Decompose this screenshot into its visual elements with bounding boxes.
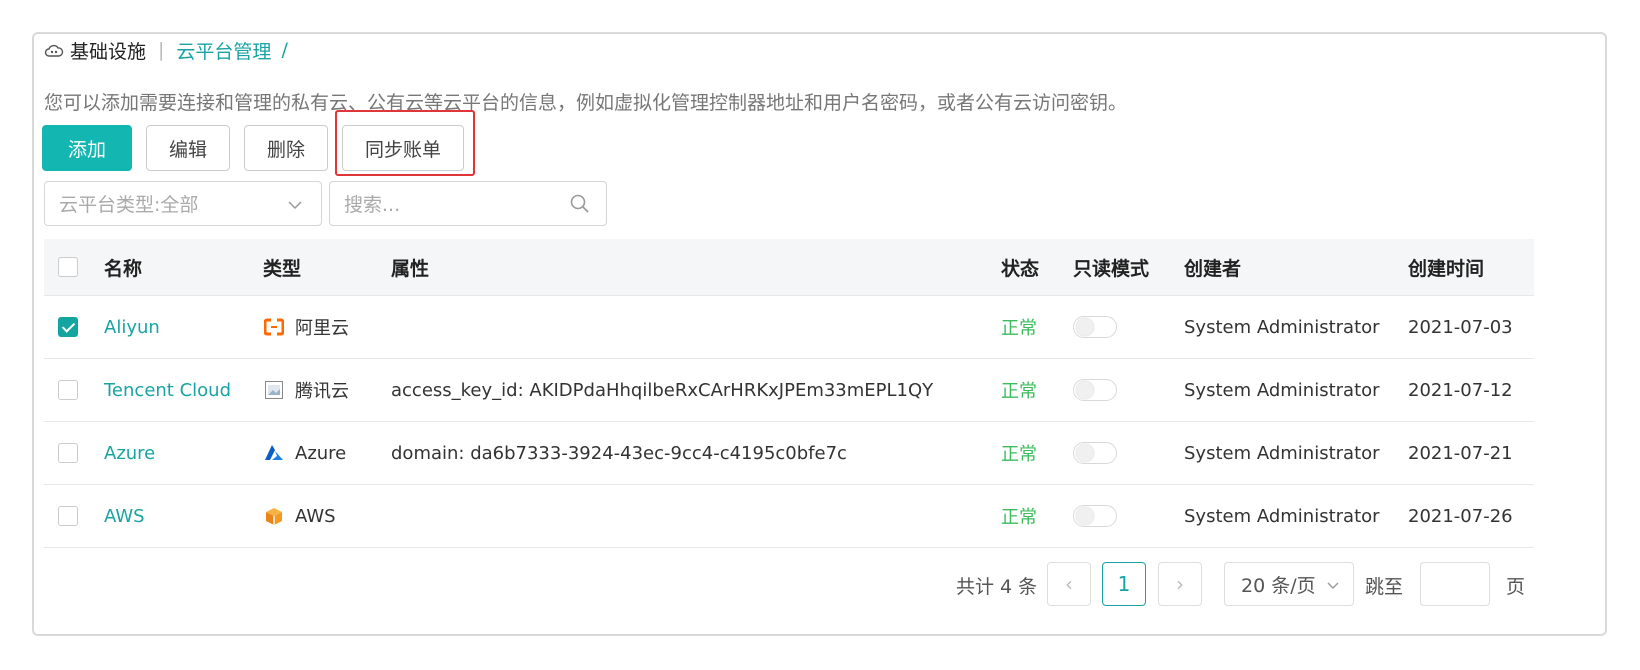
cloud-icon (44, 42, 64, 58)
readonly-toggle[interactable] (1073, 316, 1117, 338)
select-all-checkbox[interactable] (58, 257, 78, 277)
platform-attributes: domain: da6b7333-3924-43ec-9cc4-c4195c0b… (391, 421, 1001, 485)
highlight-box (335, 110, 475, 176)
row-checkbox[interactable] (58, 443, 78, 463)
edit-button[interactable]: 编辑 (146, 125, 230, 171)
creator: System Administrator (1184, 358, 1408, 422)
table-row[interactable]: AWS AWS 正常 System Administrator 2021-07-… (44, 484, 1534, 548)
search-placeholder: 搜索... (344, 194, 401, 216)
next-page-button[interactable]: › (1158, 562, 1202, 606)
status-text: 正常 (1001, 507, 1037, 528)
aliyun-icon (263, 316, 285, 338)
chevron-down-icon (283, 192, 307, 216)
creator: System Administrator (1184, 421, 1408, 485)
search-input[interactable]: 搜索... (329, 181, 607, 226)
table-header-row: 名称 类型 属性 状态 只读模式 创建者 创建时间 (44, 239, 1534, 296)
search-icon[interactable] (568, 192, 592, 216)
platform-type: AWS (295, 505, 336, 527)
cloud-type-select-value: 云平台类型:全部 (59, 194, 199, 216)
cloud-platform-panel: 基础设施 | 云平台管理 / 您可以添加需要连接和管理的私有云、公有云等云平台的… (32, 32, 1607, 636)
aws-icon (263, 505, 285, 527)
platform-attributes (391, 295, 1001, 359)
platform-name-link[interactable]: Azure (104, 443, 155, 464)
pagination: 共计 4 条 ‹ 1 › 20 条/页 跳至 页 (34, 562, 1609, 608)
column-status[interactable]: 状态 (1001, 239, 1073, 296)
add-button[interactable]: 添加 (42, 125, 132, 171)
breadcrumb-separator: | (158, 39, 165, 61)
readonly-toggle[interactable] (1073, 379, 1117, 401)
platform-attributes: access_key_id: AKIDPdaHhqilbeRxCArHRKxJP… (391, 358, 1001, 422)
cloud-platform-table: 名称 类型 属性 状态 只读模式 创建者 创建时间 Aliyun 阿里云 正常 … (44, 239, 1534, 548)
readonly-toggle[interactable] (1073, 505, 1117, 527)
breadcrumb: 基础设施 | 云平台管理 / (44, 36, 288, 64)
row-checkbox[interactable] (58, 380, 78, 400)
page-suffix: 页 (1506, 576, 1526, 598)
platform-name-link[interactable]: Aliyun (104, 317, 160, 338)
row-checkbox[interactable] (58, 506, 78, 526)
platform-type: 腾讯云 (295, 381, 349, 402)
readonly-toggle[interactable] (1073, 442, 1117, 464)
status-text: 正常 (1001, 381, 1037, 402)
column-readonly: 只读模式 (1073, 239, 1184, 296)
table-row[interactable]: Aliyun 阿里云 正常 System Administrator 2021-… (44, 295, 1534, 359)
cloud-type-select[interactable]: 云平台类型:全部 (44, 181, 322, 226)
column-attributes: 属性 (391, 239, 1001, 296)
delete-button[interactable]: 删除 (244, 125, 328, 171)
breadcrumb-current[interactable]: 云平台管理 (176, 37, 271, 64)
column-name[interactable]: 名称 (104, 239, 263, 296)
created-date: 2021-07-21 (1408, 421, 1534, 485)
page-size-select[interactable]: 20 条/页 (1224, 562, 1354, 606)
chevron-down-icon (1323, 575, 1343, 595)
jump-page-input[interactable] (1420, 562, 1490, 606)
page-size-value: 20 条/页 (1241, 574, 1316, 597)
creator: System Administrator (1184, 295, 1408, 359)
created-date: 2021-07-12 (1408, 358, 1534, 422)
breadcrumb-slash: / (281, 39, 288, 61)
created-date: 2021-07-03 (1408, 295, 1534, 359)
prev-page-button[interactable]: ‹ (1047, 562, 1091, 606)
row-checkbox[interactable] (58, 317, 78, 337)
jump-label: 跳至 (1365, 576, 1404, 598)
column-type[interactable]: 类型 (263, 239, 391, 296)
azure-icon (263, 442, 285, 464)
status-text: 正常 (1001, 318, 1037, 339)
tencent-icon (263, 379, 285, 401)
column-creator: 创建者 (1184, 239, 1408, 296)
creator: System Administrator (1184, 484, 1408, 548)
table-row[interactable]: Azure Azure domain: da6b7333-3924-43ec-9… (44, 421, 1534, 485)
table-row[interactable]: Tencent Cloud 腾讯云 access_key_id: AKIDPda… (44, 358, 1534, 422)
total-count: 共计 4 条 (956, 576, 1038, 598)
column-created[interactable]: 创建时间 (1408, 239, 1534, 296)
platform-type: 阿里云 (295, 318, 349, 339)
platform-attributes (391, 484, 1001, 548)
platform-name-link[interactable]: Tencent Cloud (104, 380, 231, 401)
platform-name-link[interactable]: AWS (104, 506, 145, 527)
breadcrumb-root[interactable]: 基础设施 (70, 37, 146, 64)
created-date: 2021-07-26 (1408, 484, 1534, 548)
platform-type: Azure (295, 442, 347, 464)
page-number-button[interactable]: 1 (1102, 562, 1146, 606)
page-description: 您可以添加需要连接和管理的私有云、公有云等云平台的信息，例如虚拟化管理控制器地址… (44, 92, 1128, 114)
status-text: 正常 (1001, 444, 1037, 465)
